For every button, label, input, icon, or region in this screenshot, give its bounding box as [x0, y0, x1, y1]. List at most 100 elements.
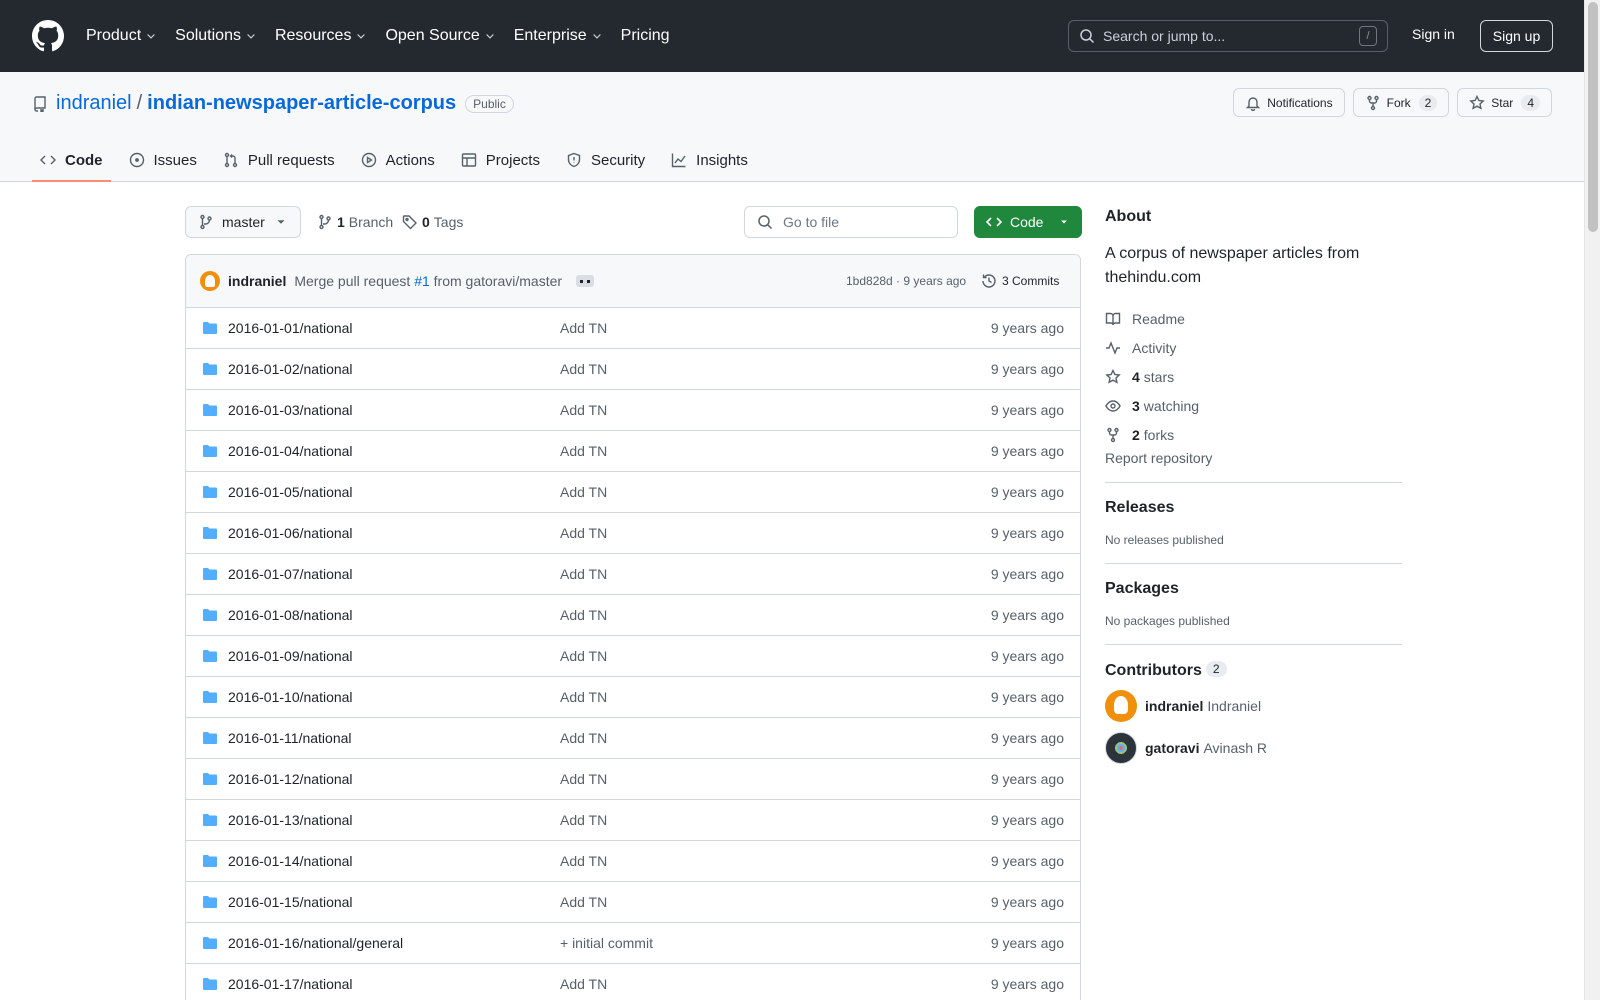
file-name-link[interactable]: 2016-01-01/national [228, 320, 353, 336]
file-commit-message[interactable]: Add TN [560, 525, 607, 541]
file-row[interactable]: 2016-01-03/national Add TN 9 years ago [186, 390, 1080, 431]
file-name-link[interactable]: 2016-01-15/national [228, 894, 353, 910]
file-row[interactable]: 2016-01-05/national Add TN 9 years ago [186, 472, 1080, 513]
fork-button[interactable]: Fork 2 [1352, 88, 1450, 117]
file-commit-message[interactable]: Add TN [560, 484, 607, 500]
file-commit-message[interactable]: Add TN [560, 320, 607, 336]
file-name-link[interactable]: 2016-01-08/national [228, 607, 353, 623]
code-dropdown-button[interactable]: Code [974, 206, 1082, 238]
tab-insights[interactable]: Insights [663, 140, 756, 180]
file-name-link[interactable]: 2016-01-10/national [228, 689, 353, 705]
author-avatar[interactable] [200, 271, 220, 291]
nav-item-4[interactable]: Enterprise [514, 27, 603, 45]
file-name-link[interactable]: 2016-01-13/national [228, 812, 353, 828]
commit-pr-link[interactable]: #1 [414, 273, 430, 289]
notifications-button[interactable]: Notifications [1233, 88, 1345, 117]
file-commit-message[interactable]: Add TN [560, 402, 607, 418]
file-commit-message[interactable]: Add TN [560, 730, 607, 746]
file-name-link[interactable]: 2016-01-04/national [228, 443, 353, 459]
forks-link[interactable]: 2 forks [1105, 420, 1402, 449]
file-row[interactable]: 2016-01-13/national Add TN 9 years ago [186, 800, 1080, 841]
file-name-link[interactable]: 2016-01-12/national [228, 771, 353, 787]
file-commit-message[interactable]: Add TN [560, 771, 607, 787]
file-commit-message[interactable]: Add TN [560, 853, 607, 869]
packages-heading[interactable]: Packages [1105, 580, 1402, 598]
file-name-link[interactable]: 2016-01-14/national [228, 853, 353, 869]
file-commit-message[interactable]: Add TN [560, 689, 607, 705]
file-row[interactable]: 2016-01-14/national Add TN 9 years ago [186, 841, 1080, 882]
tab-projects[interactable]: Projects [453, 140, 548, 180]
file-name-link[interactable]: 2016-01-03/national [228, 402, 353, 418]
file-name-link[interactable]: 2016-01-17/national [228, 976, 353, 992]
file-commit-message[interactable]: Add TN [560, 443, 607, 459]
scrollbar-thumb[interactable] [1588, 2, 1598, 232]
file-row[interactable]: 2016-01-11/national Add TN 9 years ago [186, 718, 1080, 759]
file-commit-message[interactable]: Add TN [560, 566, 607, 582]
file-name-link[interactable]: 2016-01-11/national [228, 730, 352, 746]
tab-actions[interactable]: Actions [353, 140, 443, 180]
readme-link[interactable]: Readme [1105, 304, 1402, 333]
tab-security[interactable]: Security [558, 140, 653, 180]
nav-item-1[interactable]: Solutions [175, 27, 257, 45]
file-commit-message[interactable]: Add TN [560, 976, 607, 992]
nav-item-5[interactable]: Pricing [621, 27, 670, 45]
file-commit-message[interactable]: Add TN [560, 361, 607, 377]
stars-link[interactable]: 4 stars [1105, 362, 1402, 391]
tab-issues[interactable]: Issues [121, 140, 205, 180]
repo-name-link[interactable]: indian-newspaper-article-corpus [147, 92, 456, 115]
tags-link[interactable]: 0 Tags [402, 206, 463, 238]
nav-item-2[interactable]: Resources [275, 27, 367, 45]
file-name-link[interactable]: 2016-01-07/national [228, 566, 353, 582]
file-row[interactable]: 2016-01-16/national/general + initial com… [186, 923, 1080, 964]
file-row[interactable]: 2016-01-04/national Add TN 9 years ago [186, 431, 1080, 472]
sign-in-link[interactable]: Sign in [1412, 26, 1455, 42]
github-logo-icon[interactable] [32, 20, 64, 52]
activity-link[interactable]: Activity [1105, 333, 1402, 362]
releases-heading[interactable]: Releases [1105, 499, 1402, 517]
branches-link[interactable]: 1 Branch [317, 206, 393, 238]
tab-code[interactable]: Code [32, 140, 111, 182]
contributor-item[interactable]: indraniel Indraniel [1105, 690, 1402, 722]
file-row[interactable]: 2016-01-17/national Add TN 9 years ago [186, 964, 1080, 1000]
contributor-login[interactable]: gatoravi [1145, 740, 1199, 756]
file-commit-message[interactable]: + initial commit [560, 935, 653, 951]
tab-pull-requests[interactable]: Pull requests [215, 140, 343, 180]
contributor-avatar[interactable] [1105, 732, 1137, 764]
file-commit-message[interactable]: Add TN [560, 607, 607, 623]
report-repository-link[interactable]: Report repository [1105, 450, 1402, 466]
commits-history-link[interactable]: 3 Commits [981, 273, 1059, 289]
file-commit-message[interactable]: Add TN [560, 812, 607, 828]
file-name-link[interactable]: 2016-01-06/national [228, 525, 353, 541]
contributor-avatar[interactable] [1105, 690, 1137, 722]
watching-link[interactable]: 3 watching [1105, 391, 1402, 420]
file-commit-message[interactable]: Add TN [560, 648, 607, 664]
sign-up-button[interactable]: Sign up [1480, 20, 1553, 52]
page-scrollbar[interactable] [1584, 0, 1600, 1000]
nav-item-0[interactable]: Product [86, 27, 157, 45]
file-name-link[interactable]: 2016-01-09/national [228, 648, 353, 664]
branch-select-button[interactable]: master [185, 206, 301, 238]
global-search-input[interactable]: Search or jump to... / [1068, 20, 1388, 52]
commit-hash-age[interactable]: 1bd828d · 9 years ago [846, 274, 966, 288]
file-name-link[interactable]: 2016-01-16/national/general [228, 935, 403, 951]
commit-message[interactable]: Merge pull request #1 from gatoravi/mast… [294, 273, 562, 289]
file-row[interactable]: 2016-01-09/national Add TN 9 years ago [186, 636, 1080, 677]
contributor-item[interactable]: gatoravi Avinash R [1105, 732, 1402, 764]
file-row[interactable]: 2016-01-15/national Add TN 9 years ago [186, 882, 1080, 923]
contributors-heading[interactable]: Contributors 2 [1105, 661, 1402, 680]
file-commit-message[interactable]: Add TN [560, 894, 607, 910]
file-name-link[interactable]: 2016-01-05/national [228, 484, 353, 500]
file-row[interactable]: 2016-01-08/national Add TN 9 years ago [186, 595, 1080, 636]
expand-commit-button[interactable] [576, 275, 595, 287]
star-button[interactable]: Star 4 [1457, 88, 1552, 117]
commit-author-link[interactable]: indraniel [228, 273, 286, 289]
file-row[interactable]: 2016-01-02/national Add TN 9 years ago [186, 349, 1080, 390]
go-to-file-input[interactable]: Go to file [744, 206, 958, 238]
file-row[interactable]: 2016-01-12/national Add TN 9 years ago [186, 759, 1080, 800]
repo-owner-link[interactable]: indraniel [56, 92, 132, 115]
contributor-login[interactable]: indraniel [1145, 698, 1203, 714]
file-row[interactable]: 2016-01-01/national Add TN 9 years ago [186, 308, 1080, 349]
file-row[interactable]: 2016-01-10/national Add TN 9 years ago [186, 677, 1080, 718]
file-row[interactable]: 2016-01-07/national Add TN 9 years ago [186, 554, 1080, 595]
nav-item-3[interactable]: Open Source [385, 27, 495, 45]
